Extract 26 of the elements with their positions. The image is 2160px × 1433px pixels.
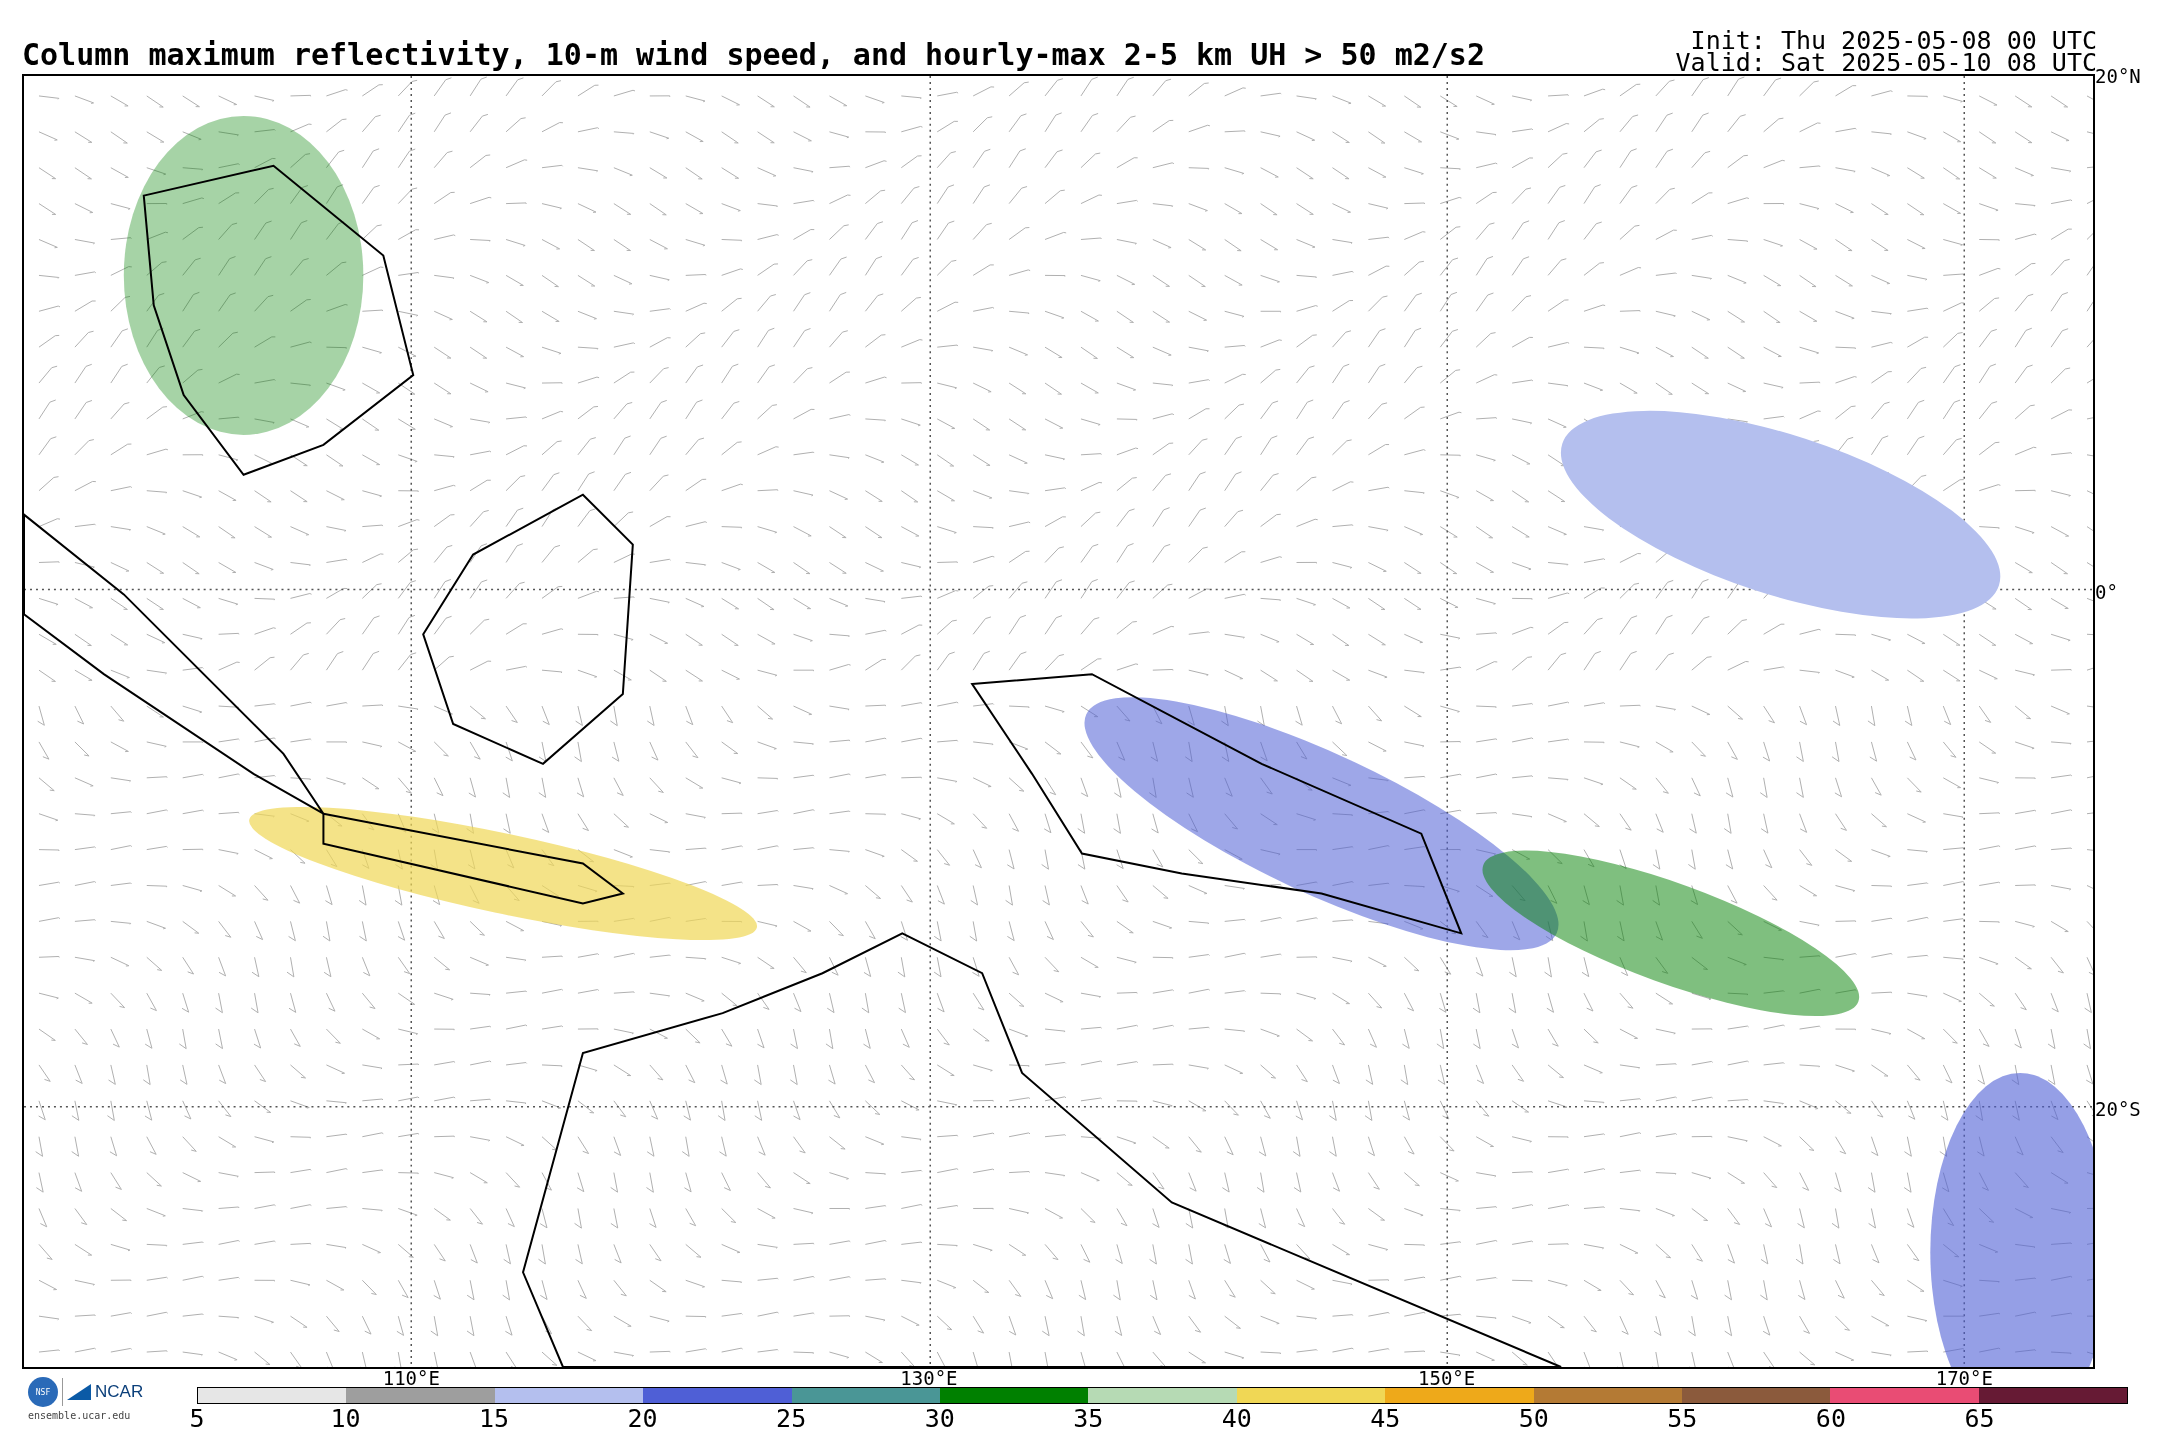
color-bar-tick-label: 50: [1518, 1406, 1549, 1432]
color-bar-tick-label: 55: [1667, 1406, 1698, 1432]
color-bar-tick-label: 15: [479, 1406, 510, 1432]
color-bar-tick-label: 5: [189, 1406, 205, 1432]
color-bar-tick-label: 65: [1964, 1406, 1995, 1432]
color-bar-tick-label: 10: [330, 1406, 361, 1432]
longitude-label: 170°E: [1935, 1368, 1993, 1388]
color-bar-tick-label: 30: [924, 1406, 955, 1432]
color-bar-tick-label: 35: [1073, 1406, 1104, 1432]
init-time: Init: Thu 2025-05-08 00 UTC: [1690, 30, 2097, 52]
color-bar-tick-label: 45: [1370, 1406, 1401, 1432]
color-bar-tick-label: 40: [1221, 1406, 1252, 1432]
triangle-icon: [67, 1384, 91, 1400]
ncar-logo-text: NCAR: [95, 1382, 144, 1402]
latitude-label: 20°N: [2095, 66, 2141, 86]
latitude-label: 20°S: [2095, 1098, 2141, 1119]
nsf-logo: NSF: [28, 1377, 58, 1407]
longitude-label: 110°E: [382, 1368, 440, 1388]
valid-time: Valid: Sat 2025-05-10 08 UTC: [1675, 52, 2097, 74]
chart-title: Column maximum reflectivity, 10-m wind speed, and hourly-max 2-5 km UH > 50 m2/s2: [22, 38, 1485, 74]
website-url: ensemble.ucar.edu: [28, 1410, 132, 1421]
color-bar-tick-label: 25: [776, 1406, 807, 1432]
longitude-label: 130°E: [900, 1368, 958, 1388]
longitude-label: 150°E: [1418, 1368, 1476, 1388]
color-bar-tick-label: 60: [1815, 1406, 1846, 1432]
color-bar-tick-label: 20: [627, 1406, 658, 1432]
